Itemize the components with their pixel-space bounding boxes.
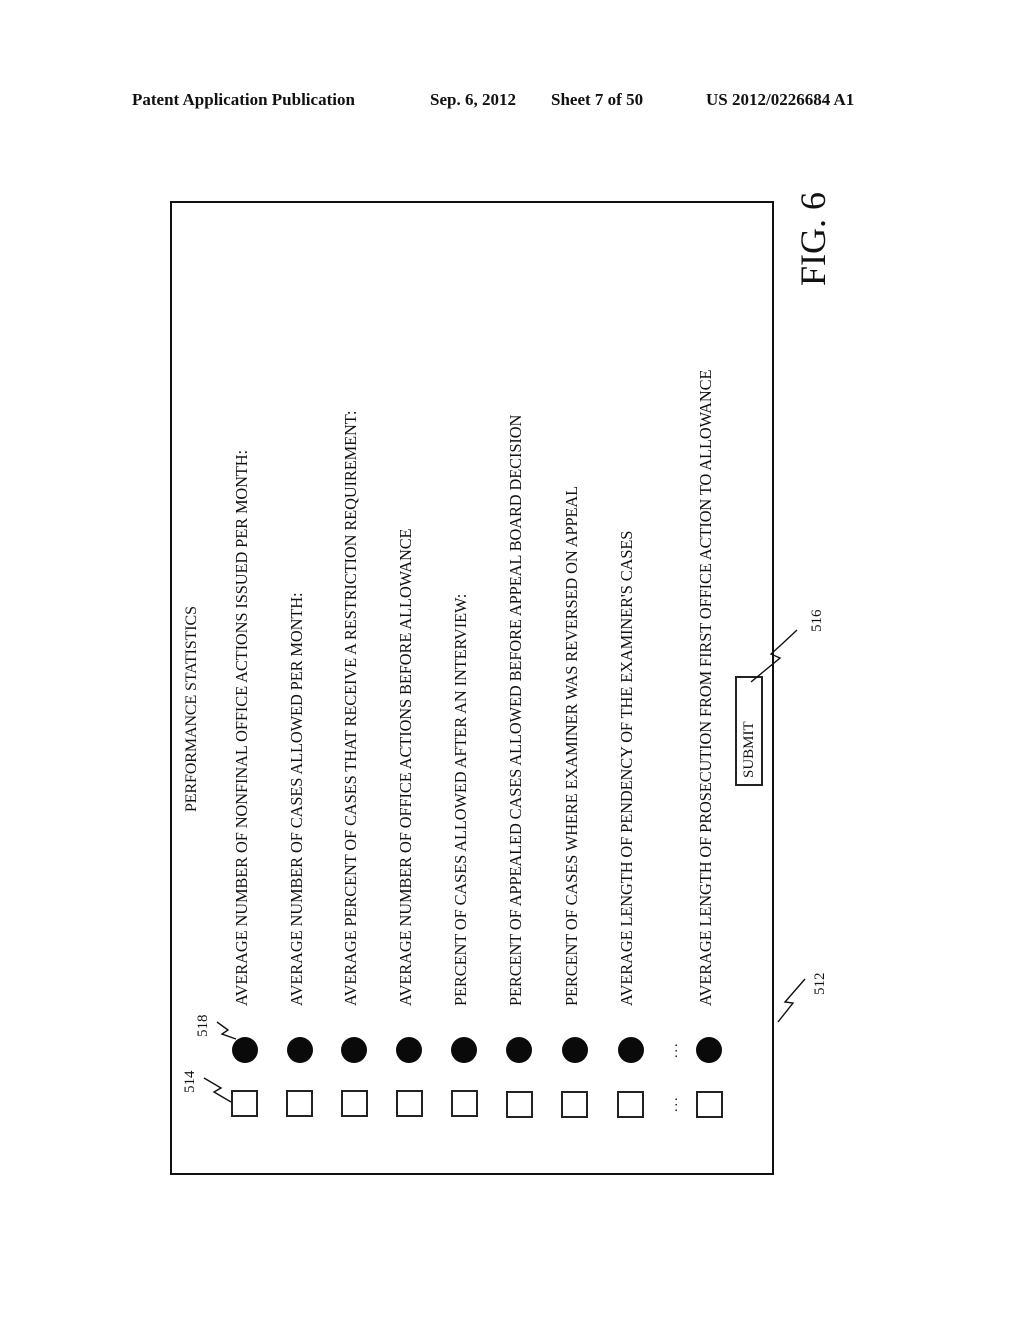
leader-512 (777, 978, 806, 1023)
checkbox[interactable] (286, 1090, 313, 1117)
checkbox[interactable] (617, 1091, 644, 1118)
checkbox-ellipsis: ... (666, 1095, 681, 1113)
item-label: AVERAGE PERCENT OF CASES THAT RECEIVE A … (341, 410, 360, 1006)
radio-button[interactable] (341, 1037, 367, 1063)
checkbox[interactable] (451, 1090, 478, 1117)
radio-ellipsis: ... (666, 1041, 681, 1059)
radio-button[interactable] (506, 1037, 532, 1063)
panel-title: PERFORMANCE STATISTICS (183, 606, 200, 812)
checkbox[interactable] (341, 1090, 368, 1117)
checkbox[interactable] (396, 1090, 423, 1117)
item-label: PERCENT OF CASES ALLOWED AFTER AN INTERV… (451, 593, 470, 1006)
item-label: AVERAGE NUMBER OF OFFICE ACTIONS BEFORE … (396, 528, 415, 1006)
submit-label: SUBMIT (741, 721, 757, 778)
radio-button[interactable] (451, 1037, 477, 1063)
header-publication: Patent Application Publication (132, 90, 355, 109)
ref-518: 518 (195, 1014, 211, 1038)
item-label: AVERAGE NUMBER OF CASES ALLOWED PER MONT… (287, 592, 306, 1007)
item-label: AVERAGE LENGTH OF PENDENCY OF THE EXAMIN… (617, 530, 636, 1006)
checkbox[interactable] (506, 1091, 533, 1118)
item-label: PERCENT OF APPEALED CASES ALLOWED BEFORE… (506, 414, 525, 1006)
radio-button[interactable] (396, 1037, 422, 1063)
header-number: US 2012/0226684 A1 (706, 90, 855, 109)
item-label: AVERAGE NUMBER OF NONFINAL OFFICE ACTION… (232, 450, 251, 1006)
radio-button[interactable] (232, 1037, 258, 1063)
figure-label: FIG. 6 (793, 191, 833, 286)
item-label: PERCENT OF CASES WHERE EXAMINER WAS REVE… (562, 485, 581, 1006)
item-label: AVERAGE LENGTH OF PROSECUTION FROM FIRST… (696, 369, 715, 1006)
radio-button[interactable] (618, 1037, 644, 1063)
checkbox[interactable] (696, 1091, 723, 1118)
checkbox[interactable] (561, 1091, 588, 1118)
ref-512: 512 (812, 972, 828, 996)
radio-button[interactable] (562, 1037, 588, 1063)
radio-button[interactable] (696, 1037, 722, 1063)
radio-button[interactable] (287, 1037, 313, 1063)
header-sheet: Sheet 7 of 50 (551, 90, 644, 109)
ref-514: 514 (182, 1070, 198, 1094)
checkbox[interactable] (231, 1090, 258, 1117)
header-date: Sep. 6, 2012 (430, 90, 516, 109)
submit-button[interactable]: SUBMIT (735, 676, 763, 786)
ref-516: 516 (809, 609, 825, 633)
performance-statistics-panel (170, 201, 774, 1175)
